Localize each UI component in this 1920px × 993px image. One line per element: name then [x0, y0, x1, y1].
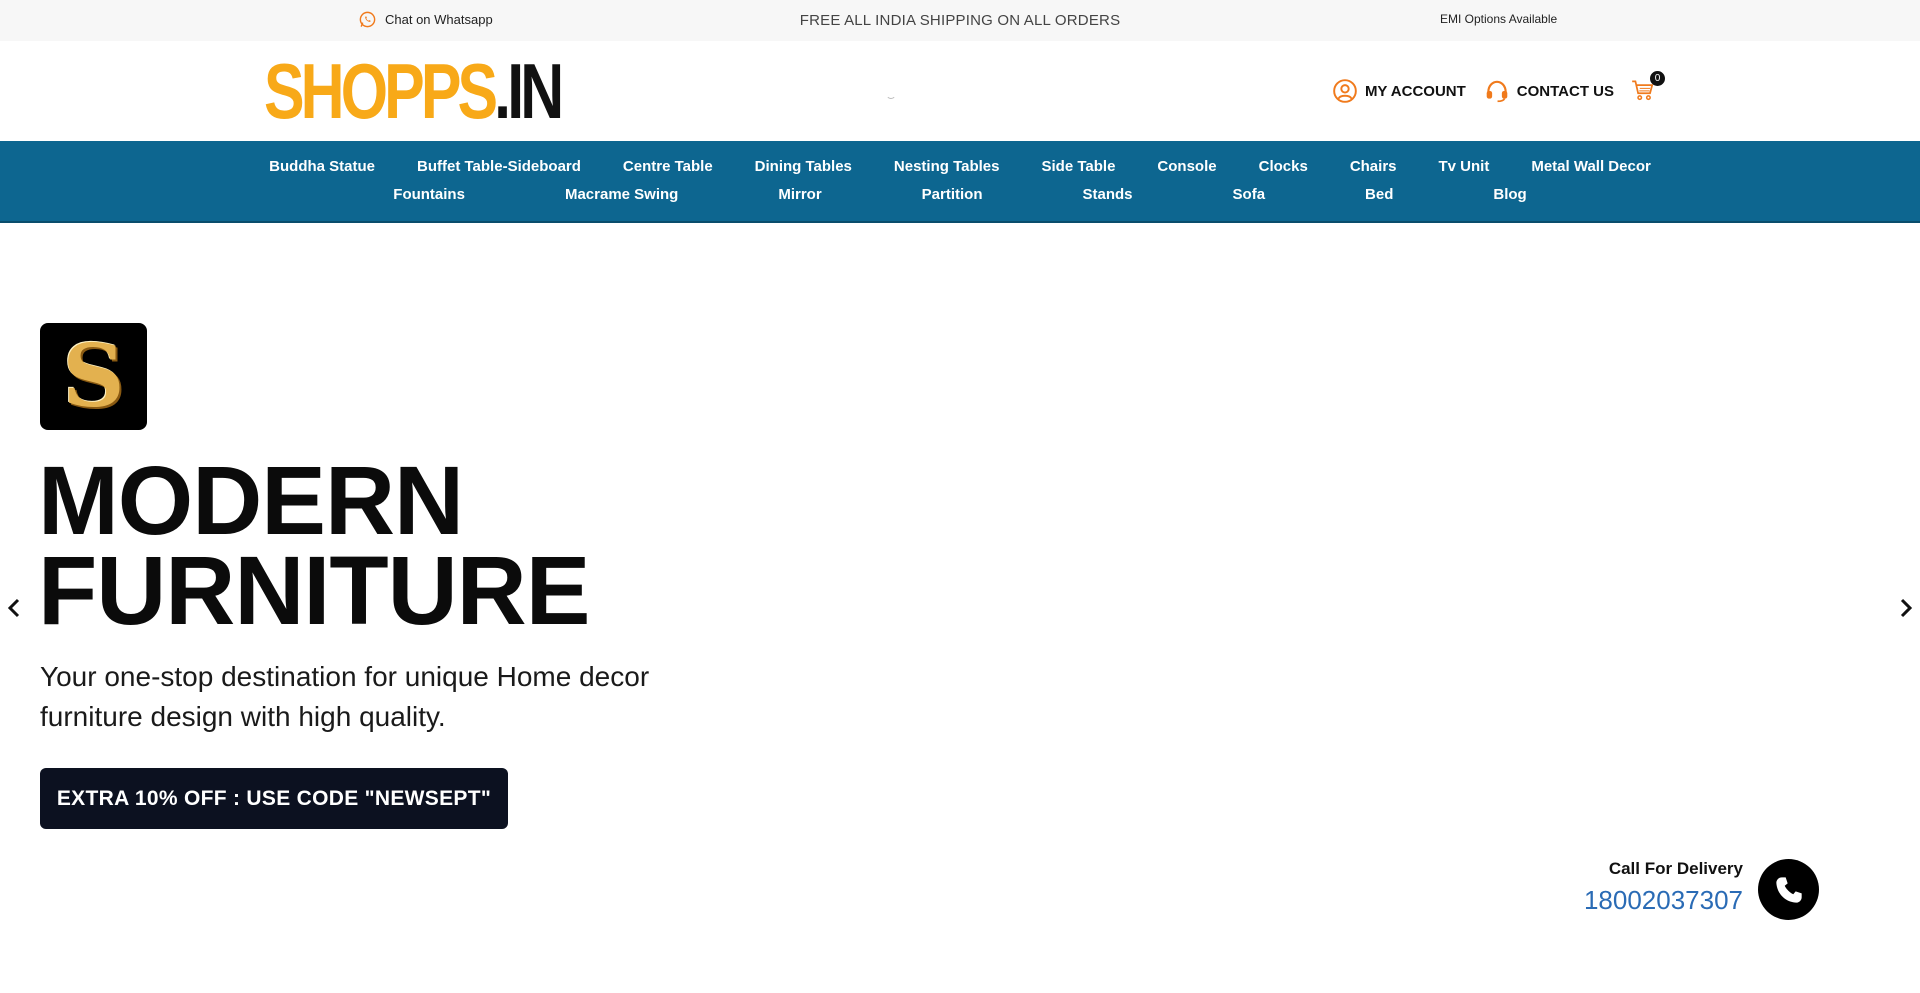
- user-circle-icon: [1333, 79, 1357, 103]
- nav-row-primary: Buddha Statue Buffet Table-Sideboard Centr…: [0, 158, 1920, 175]
- shipping-announcement: FREE ALL INDIA SHIPPING ON ALL ORDERS: [799, 12, 1121, 29]
- cart-count-badge: 0: [1650, 71, 1665, 86]
- slider-prev-button[interactable]: [2, 593, 26, 623]
- nav-item-mirror[interactable]: Mirror: [778, 186, 821, 203]
- nav-item-blog[interactable]: Blog: [1493, 186, 1526, 203]
- contact-us-link[interactable]: CONTACT US: [1484, 78, 1614, 104]
- logo-text-domain: .IN: [494, 47, 564, 135]
- nav-item-clocks[interactable]: Clocks: [1259, 158, 1308, 175]
- hero-subtitle: Your one-stop destination for unique Hom…: [40, 661, 650, 732]
- nav-item-buddha-statue[interactable]: Buddha Statue: [269, 158, 375, 175]
- chevron-right-icon: [1900, 598, 1913, 618]
- header-actions: MY ACCOUNT CONTACT US 0: [1314, 71, 1665, 105]
- promo-code-button[interactable]: EXTRA 10% OFF : USE CODE "NEWSEPT": [40, 768, 508, 829]
- contact-us-label: CONTACT US: [1516, 82, 1614, 100]
- brand-badge-letter: S: [62, 326, 125, 427]
- nav-item-metal-wall-decor[interactable]: Metal Wall Decor: [1531, 158, 1650, 175]
- nav-item-sofa[interactable]: Sofa: [1233, 186, 1266, 203]
- delivery-label: Call For Delivery: [1608, 859, 1743, 878]
- logo-text-main: SHOPPS: [264, 47, 498, 135]
- nav-item-buffet-table-sideboard[interactable]: Buffet Table-Sideboard: [417, 158, 581, 175]
- delivery-phone-number[interactable]: 18002037307: [1500, 885, 1743, 916]
- hero-slider: S MODERN FURNITURE Your one-stop destina…: [0, 223, 1920, 993]
- announcement-bar: Chat on Whatsapp FREE ALL INDIA SHIPPING…: [0, 0, 1920, 41]
- category-nav: Buddha Statue Buffet Table-Sideboard Centr…: [0, 141, 1920, 223]
- nav-item-bed[interactable]: Bed: [1365, 186, 1393, 203]
- hero-title-line1: MODERN: [38, 446, 464, 555]
- nav-item-macrame-swing[interactable]: Macrame Swing: [565, 186, 678, 203]
- nav-item-nesting-tables[interactable]: Nesting Tables: [894, 158, 1000, 175]
- my-account-link[interactable]: MY ACCOUNT: [1332, 78, 1466, 104]
- headset-icon: [1486, 80, 1508, 103]
- slider-next-button[interactable]: [1894, 593, 1918, 623]
- nav-item-partition[interactable]: Partition: [922, 186, 983, 203]
- nav-item-side-table[interactable]: Side Table: [1042, 158, 1116, 175]
- phone-icon: [1775, 876, 1802, 903]
- nav-item-dining-tables[interactable]: Dining Tables: [755, 158, 852, 175]
- nav-item-centre-table[interactable]: Centre Table: [623, 158, 713, 175]
- hero-title-line2: FURNITURE: [38, 536, 590, 645]
- site-header: SHOPPS .IN MY ACCOUNT CONTACT US 0: [0, 41, 1920, 141]
- my-account-label: MY ACCOUNT: [1364, 82, 1466, 100]
- brand-badge: S: [40, 323, 147, 430]
- nav-row-secondary: Fountains Macrame Swing Mirror Partition Sta…: [0, 186, 1920, 203]
- nav-item-fountains[interactable]: Fountains: [393, 186, 465, 203]
- nav-item-stands[interactable]: Stands: [1083, 186, 1133, 203]
- nav-item-chairs[interactable]: Chairs: [1350, 158, 1397, 175]
- chevron-left-icon: [7, 598, 20, 618]
- cart-button[interactable]: 0: [1630, 71, 1665, 105]
- emi-notice[interactable]: EMI Options Available: [1440, 12, 1557, 26]
- nav-item-console[interactable]: Console: [1157, 158, 1216, 175]
- delivery-callout: Call For Delivery 18002037307: [1500, 859, 1743, 916]
- nav-item-tv-unit[interactable]: Tv Unit: [1439, 158, 1490, 175]
- hero-title: MODERN FURNITURE: [38, 446, 590, 645]
- loading-spinner: [886, 89, 896, 99]
- site-logo[interactable]: SHOPPS .IN: [264, 47, 564, 135]
- call-button[interactable]: [1758, 859, 1819, 920]
